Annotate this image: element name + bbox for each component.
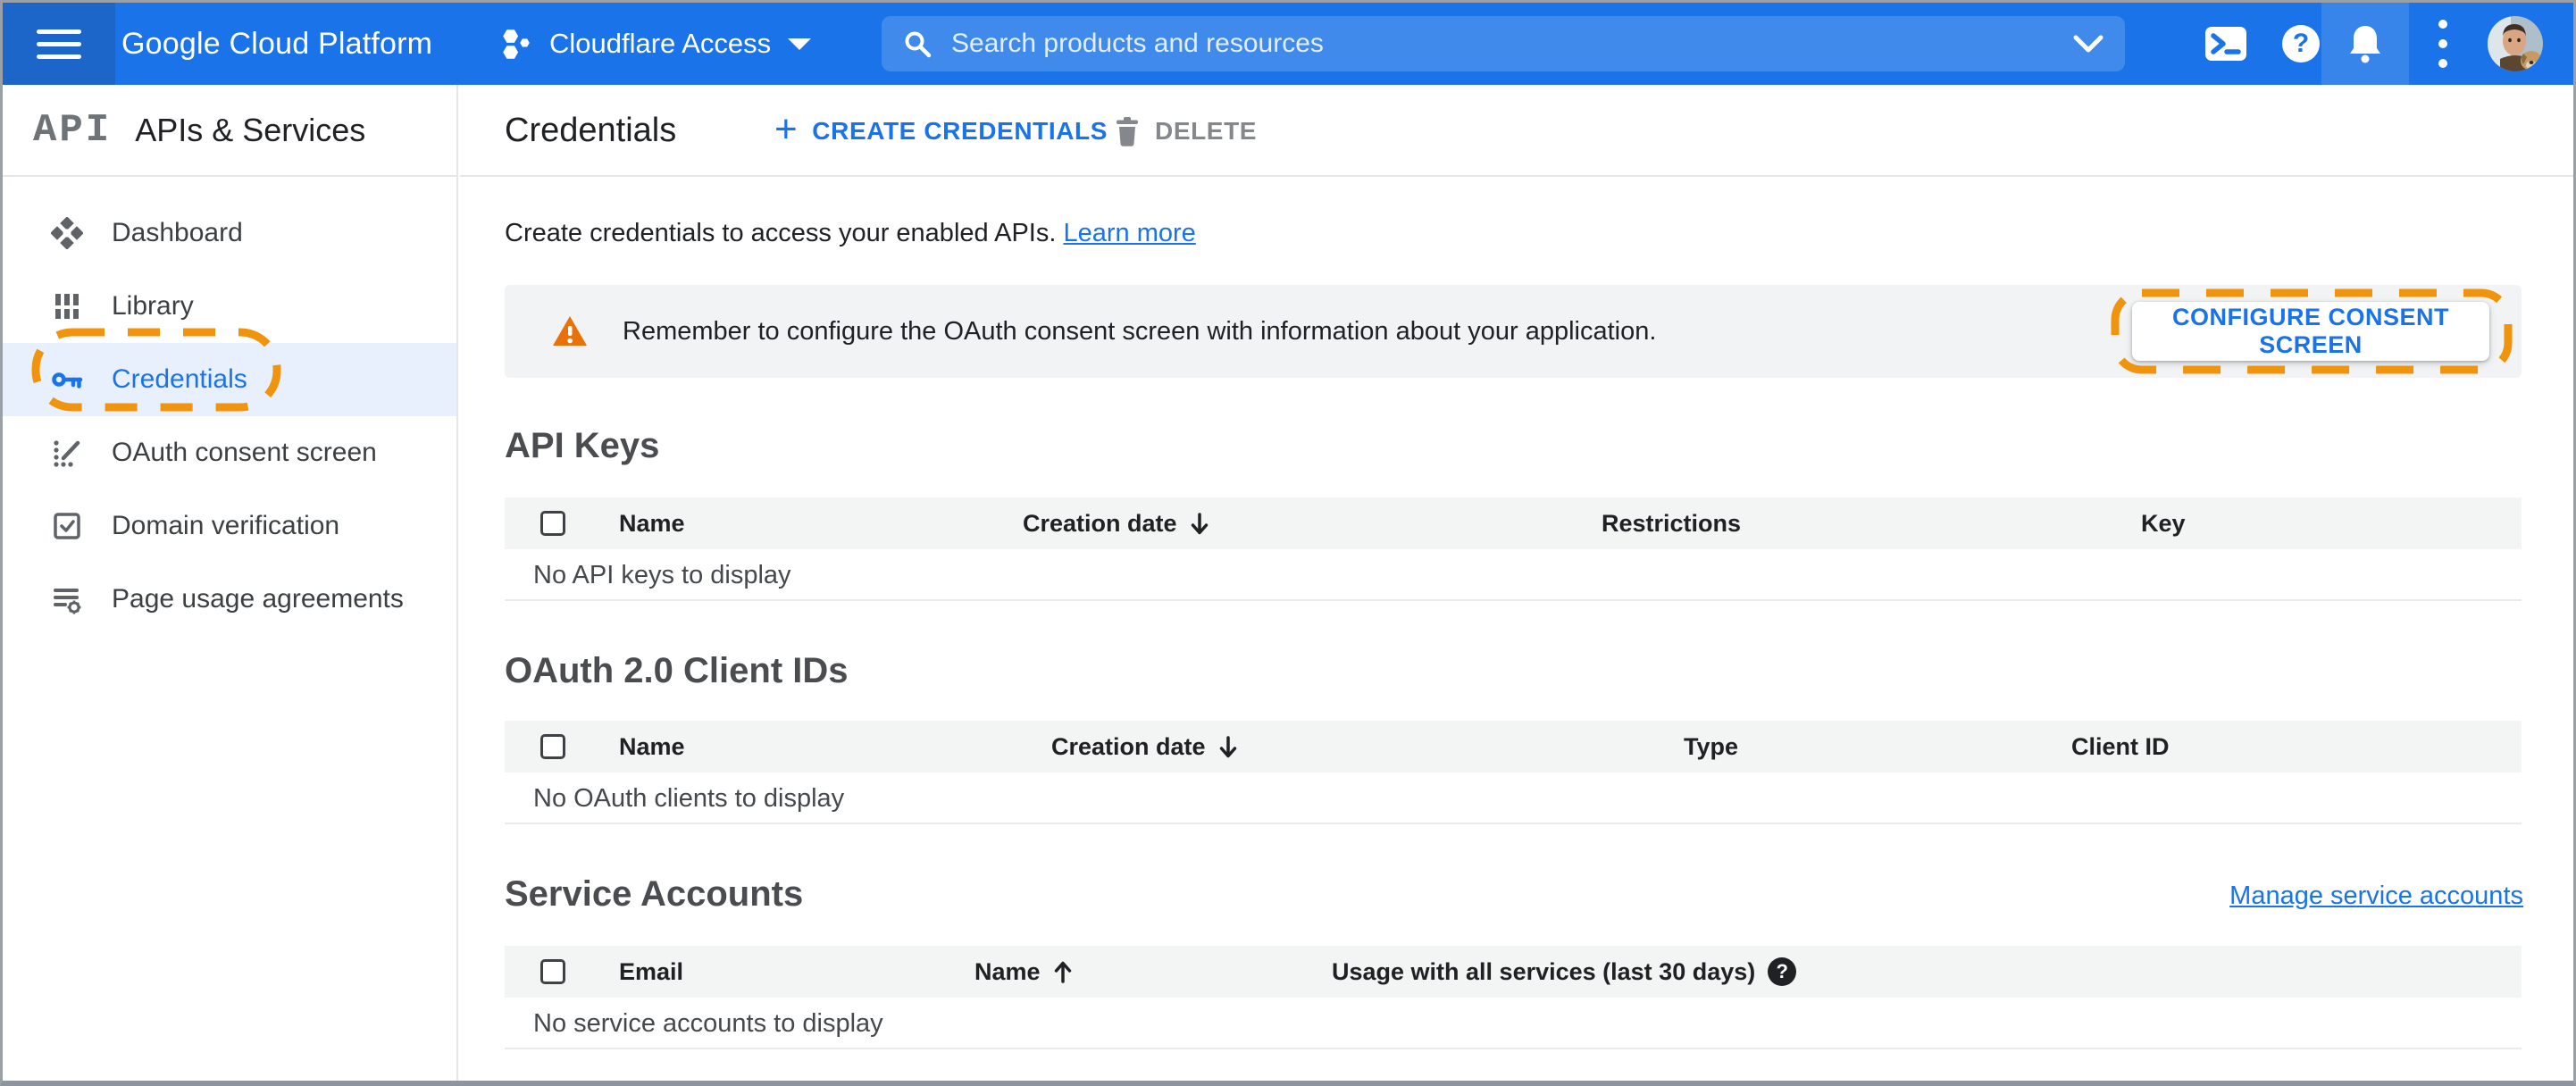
select-all-checkbox[interactable] xyxy=(540,511,565,536)
sidebar-item-label: OAuth consent screen xyxy=(112,438,377,467)
trash-icon xyxy=(1117,116,1138,146)
sidebar-nav: Dashboard Library Credentials OAuth cons… xyxy=(3,177,456,636)
search-chevron-down-icon[interactable] xyxy=(2073,35,2103,53)
sidebar-item-label: Credentials xyxy=(112,364,247,394)
column-email[interactable]: Email xyxy=(619,946,683,998)
product-logo[interactable]: Google Cloud Platform xyxy=(121,3,432,85)
gcp-console-window: Google Cloud Platform Cloudflare Access xyxy=(0,0,2576,1086)
delete-button[interactable]: DELETE xyxy=(1114,85,1257,177)
main-menu-button[interactable] xyxy=(3,3,115,85)
banner-message: Remember to configure the OAuth consent … xyxy=(623,316,1657,346)
column-name[interactable]: Name xyxy=(619,497,685,549)
sidebar-section-title: APIs & Services xyxy=(135,111,366,148)
sort-desc-icon xyxy=(1219,735,1236,757)
api-logo: API xyxy=(33,107,113,153)
column-usage-label: Usage with all services (last 30 days) xyxy=(1332,957,1756,985)
sidebar-item-label: Page usage agreements xyxy=(112,584,404,614)
hamburger-icon xyxy=(37,29,81,59)
select-all-checkbox[interactable] xyxy=(540,734,565,759)
project-name: Cloudflare Access xyxy=(549,28,772,59)
sidebar-item-library[interactable]: Library xyxy=(3,270,456,343)
api-keys-table-header: Name Creation date Restrictions Key xyxy=(505,497,2522,549)
intro-sentence: Create credentials to access your enable… xyxy=(505,219,1057,247)
sidebar-item-label: Library xyxy=(112,291,194,321)
delete-label: DELETE xyxy=(1155,116,1258,145)
api-keys-empty-row: No API keys to display xyxy=(505,549,2522,601)
list-gear-icon xyxy=(54,589,81,614)
cloud-shell-icon xyxy=(2205,27,2246,61)
project-caret-down-icon xyxy=(788,38,812,50)
service-accounts-empty-text: No service accounts to display xyxy=(533,1008,883,1038)
sidebar-header: API APIs & Services xyxy=(3,85,456,177)
notifications-button[interactable] xyxy=(2343,3,2388,85)
manage-service-accounts-link[interactable]: Manage service accounts xyxy=(2229,881,2523,911)
sidebar-item-page-usage-agreements[interactable]: Page usage agreements xyxy=(3,563,456,636)
service-accounts-empty-row: No service accounts to display xyxy=(505,998,2522,1049)
sidebar-item-label: Dashboard xyxy=(112,218,243,247)
configure-consent-screen-button[interactable]: CONFIGURE CONSENT SCREEN xyxy=(2132,302,2489,361)
service-accounts-table-header: Email Name Usage with all services (last… xyxy=(505,946,2522,998)
create-credentials-label: CREATE CREDENTIALS xyxy=(812,116,1108,145)
column-restrictions[interactable]: Restrictions xyxy=(1602,497,1741,549)
column-name[interactable]: Name xyxy=(619,721,685,773)
search-bar[interactable] xyxy=(882,16,2125,71)
help-button[interactable]: ? xyxy=(2279,3,2322,85)
api-keys-empty-text: No API keys to display xyxy=(533,560,791,589)
library-icon xyxy=(55,294,79,319)
oauth-clients-empty-row: No OAuth clients to display xyxy=(505,773,2522,824)
oauth-clients-empty-text: No OAuth clients to display xyxy=(533,783,845,813)
help-icon: ? xyxy=(2282,25,2320,63)
column-creation-date[interactable]: Creation date xyxy=(1051,721,1238,773)
select-all-checkbox[interactable] xyxy=(540,959,565,984)
create-credentials-button[interactable]: + CREATE CREDENTIALS xyxy=(774,85,1108,177)
three-dot-menu-icon xyxy=(2438,20,2447,68)
section-title-service-accounts: Service Accounts xyxy=(505,874,804,914)
sidebar-item-domain-verification[interactable]: Domain verification xyxy=(3,489,456,563)
column-creation-date-label: Creation date xyxy=(1051,732,1206,760)
project-selector[interactable]: Cloudflare Access xyxy=(499,3,812,85)
sidebar-item-credentials[interactable]: Credentials xyxy=(3,343,456,416)
sidebar-item-label: Domain verification xyxy=(112,511,340,540)
cloud-shell-button[interactable] xyxy=(2198,3,2254,85)
main-content: Credentials + CREATE CREDENTIALS DELETE … xyxy=(460,85,2573,1081)
sort-asc-icon xyxy=(1054,961,1071,983)
section-title-oauth-clients: OAuth 2.0 Client IDs xyxy=(505,651,849,690)
column-usage[interactable]: Usage with all services (last 30 days) ? xyxy=(1332,946,1797,998)
section-title-api-keys: API Keys xyxy=(505,426,660,465)
search-input[interactable] xyxy=(951,29,2073,59)
intro-text: Create credentials to access your enable… xyxy=(505,219,1196,248)
oauth-consent-icon xyxy=(54,440,80,467)
top-bar: Google Cloud Platform Cloudflare Access xyxy=(3,3,2573,85)
learn-more-link[interactable]: Learn more xyxy=(1063,219,1195,247)
sidebar: API APIs & Services Dashboard Library Cr… xyxy=(3,85,458,1081)
warning-icon xyxy=(553,316,587,346)
user-avatar xyxy=(2488,16,2543,71)
checkbox-check-icon xyxy=(54,513,80,539)
page-header: Credentials + CREATE CREDENTIALS DELETE xyxy=(460,85,2573,177)
dashboard-icon xyxy=(51,217,83,249)
usage-help-icon[interactable]: ? xyxy=(1768,957,1797,986)
search-icon xyxy=(905,31,932,58)
sort-desc-icon xyxy=(1191,512,1208,534)
project-hexagons-icon xyxy=(503,29,530,59)
bell-icon xyxy=(2350,26,2380,63)
column-creation-date-label: Creation date xyxy=(1023,509,1177,537)
column-client-id[interactable]: Client ID xyxy=(2071,721,2170,773)
account-button[interactable] xyxy=(2487,3,2544,85)
sidebar-item-oauth-consent-screen[interactable]: OAuth consent screen xyxy=(3,416,456,489)
column-creation-date[interactable]: Creation date xyxy=(1023,497,1209,549)
key-icon xyxy=(52,372,83,388)
sidebar-item-dashboard[interactable]: Dashboard xyxy=(3,196,456,270)
more-options-button[interactable] xyxy=(2425,3,2461,85)
page-title: Credentials xyxy=(505,112,677,149)
oauth-clients-table-header: Name Creation date Type Client ID xyxy=(505,721,2522,773)
column-name-label: Name xyxy=(974,957,1041,985)
column-name[interactable]: Name xyxy=(974,946,1073,998)
column-type[interactable]: Type xyxy=(1684,721,1738,773)
column-key[interactable]: Key xyxy=(2141,497,2186,549)
consent-warning-banner: Remember to configure the OAuth consent … xyxy=(505,285,2522,378)
plus-icon: + xyxy=(774,106,799,151)
